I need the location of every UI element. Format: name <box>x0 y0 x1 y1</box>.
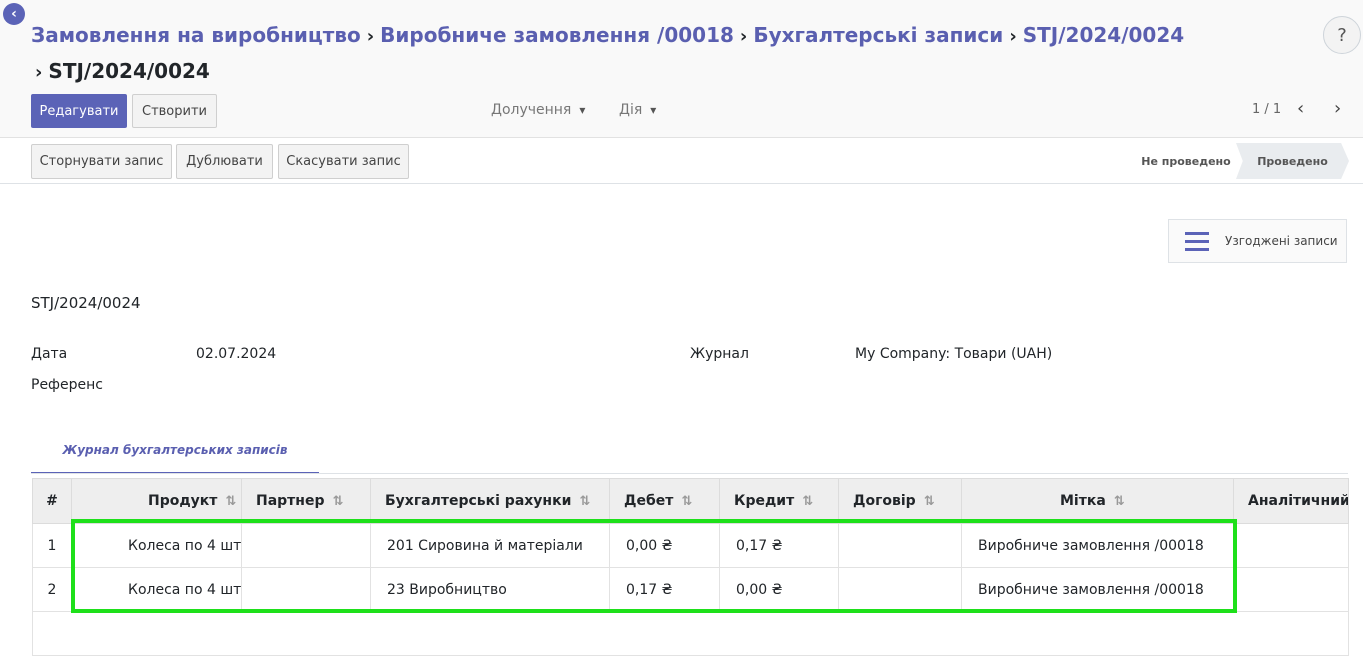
reverse-entry-button[interactable]: Сторнувати запис <box>31 144 172 179</box>
account-cell[interactable]: 201 Сировина й матеріали <box>370 523 610 568</box>
label-cell[interactable]: Виробниче замовлення /00018 <box>961 523 1234 568</box>
contract-cell[interactable] <box>838 567 962 612</box>
product-cell[interactable]: Колеса по 4 шт S1 <box>71 567 242 612</box>
column-header-label[interactable]: Мітка ⇅ <box>961 478 1234 524</box>
status-step-posted: Проведено <box>1236 143 1349 179</box>
sort-icon: ⇅ <box>332 494 344 509</box>
column-header-product[interactable]: Продукт ⇅ <box>71 478 242 524</box>
table-header-row: # Продукт ⇅ Партнер ⇅ Бухгалтерські рахунк… <box>32 478 1349 524</box>
chevron-down-icon: ▾ <box>650 103 657 117</box>
tab-journal-items[interactable]: Журнал бухгалтерських записів <box>31 428 319 474</box>
pager-prev-icon[interactable]: ‹ <box>1297 98 1304 119</box>
analytic-cell[interactable] <box>1233 567 1349 612</box>
breadcrumb-item-production-order[interactable]: Виробниче замовлення /00018 <box>380 23 734 47</box>
journal-value: My Company: Товари (UAH) <box>855 346 1053 362</box>
reference-label: Референс <box>31 377 103 393</box>
reconciled-entries-label: Узгоджені записи <box>1225 234 1338 248</box>
account-cell[interactable]: 23 Виробництво <box>370 567 610 612</box>
sort-icon: ⇅ <box>1113 494 1125 509</box>
chevron-right-icon: › <box>1009 26 1017 47</box>
analytic-cell[interactable] <box>1233 523 1349 568</box>
journal-items-table: # Продукт ⇅ Партнер ⇅ Бухгалтерські рахунк… <box>32 478 1349 656</box>
date-value: 02.07.2024 <box>196 346 277 362</box>
contract-cell[interactable] <box>838 523 962 568</box>
action-dropdown[interactable]: Дія ▾ <box>619 102 656 118</box>
duplicate-button[interactable]: Дублювати <box>176 144 273 179</box>
breadcrumb-item-journal-entry[interactable]: STJ/2024/0024 <box>1023 23 1184 47</box>
status-step-draft[interactable]: Не проведено <box>1134 143 1238 179</box>
tab-divider <box>31 473 1348 474</box>
chevron-right-icon: › <box>366 26 375 47</box>
column-header-debit[interactable]: Дебет ⇅ <box>609 478 720 524</box>
debit-cell[interactable]: 0,17 ₴ <box>609 567 720 612</box>
column-header-credit[interactable]: Кредит ⇅ <box>719 478 839 524</box>
chevron-down-icon: ▾ <box>579 103 586 117</box>
table-row[interactable]: 1 Колеса по 4 шт S1 201 Сировина й матер… <box>32 523 1349 568</box>
credit-cell[interactable]: 0,00 ₴ <box>719 567 839 612</box>
sort-icon: ⇅ <box>681 494 693 509</box>
chevron-right-icon: › <box>35 62 43 83</box>
breadcrumb-item-accounting-entries[interactable]: Бухгалтерські записи <box>753 23 1003 47</box>
edit-button[interactable]: Редагувати <box>31 94 127 128</box>
date-label: Дата <box>31 346 68 362</box>
product-cell[interactable]: Колеса по 4 шт S1 <box>71 523 242 568</box>
column-header-partner[interactable]: Партнер ⇅ <box>241 478 371 524</box>
breadcrumb-current: STJ/2024/0024 <box>48 59 210 83</box>
chevron-right-icon: › <box>739 26 748 47</box>
partner-cell[interactable] <box>241 567 371 612</box>
back-arrow-icon[interactable]: ‹ <box>3 3 25 25</box>
attachments-dropdown[interactable]: Долучення ▾ <box>491 102 585 118</box>
column-header-account[interactable]: Бухгалтерські рахунки ⇅ <box>370 478 610 524</box>
sort-icon: ⇅ <box>923 494 935 509</box>
cancel-entry-button[interactable]: Скасувати запис <box>278 144 409 179</box>
column-header-number: # <box>32 478 72 524</box>
sort-icon: ⇅ <box>579 494 591 509</box>
breadcrumb: Замовлення на виробництво › Виробниче замо… <box>31 18 1271 90</box>
partner-cell[interactable] <box>241 523 371 568</box>
row-number: 2 <box>32 567 72 612</box>
pager-next-icon[interactable]: › <box>1334 98 1341 119</box>
label-cell[interactable]: Виробниче замовлення /00018 <box>961 567 1234 612</box>
sort-icon: ⇅ <box>802 494 814 509</box>
action-label: Дія <box>619 102 643 118</box>
table-row[interactable]: 2 Колеса по 4 шт S1 23 Виробництво 0,17 … <box>32 567 1349 612</box>
help-button[interactable]: ? <box>1323 16 1361 54</box>
column-header-contract[interactable]: Договір ⇅ <box>838 478 962 524</box>
list-icon <box>1185 231 1209 251</box>
debit-cell[interactable]: 0,00 ₴ <box>609 523 720 568</box>
sort-icon: ⇅ <box>225 494 237 509</box>
breadcrumb-item-production-orders[interactable]: Замовлення на виробництво <box>31 23 361 47</box>
attachments-label: Долучення <box>491 102 572 118</box>
control-panel: ‹ Замовлення на виробництво › Виробниче за… <box>0 0 1363 138</box>
credit-cell[interactable]: 0,17 ₴ <box>719 523 839 568</box>
journal-label: Журнал <box>690 346 749 362</box>
record-name: STJ/2024/0024 <box>31 294 141 312</box>
create-button[interactable]: Створити <box>132 94 217 128</box>
table-empty-row <box>32 611 1349 656</box>
pager-value[interactable]: 1 / 1 <box>1252 102 1281 117</box>
column-header-analytic[interactable]: Аналітичний <box>1233 478 1349 524</box>
reconciled-entries-button[interactable]: Узгоджені записи <box>1168 219 1347 263</box>
empty-cell <box>32 611 1349 656</box>
row-number: 1 <box>32 523 72 568</box>
